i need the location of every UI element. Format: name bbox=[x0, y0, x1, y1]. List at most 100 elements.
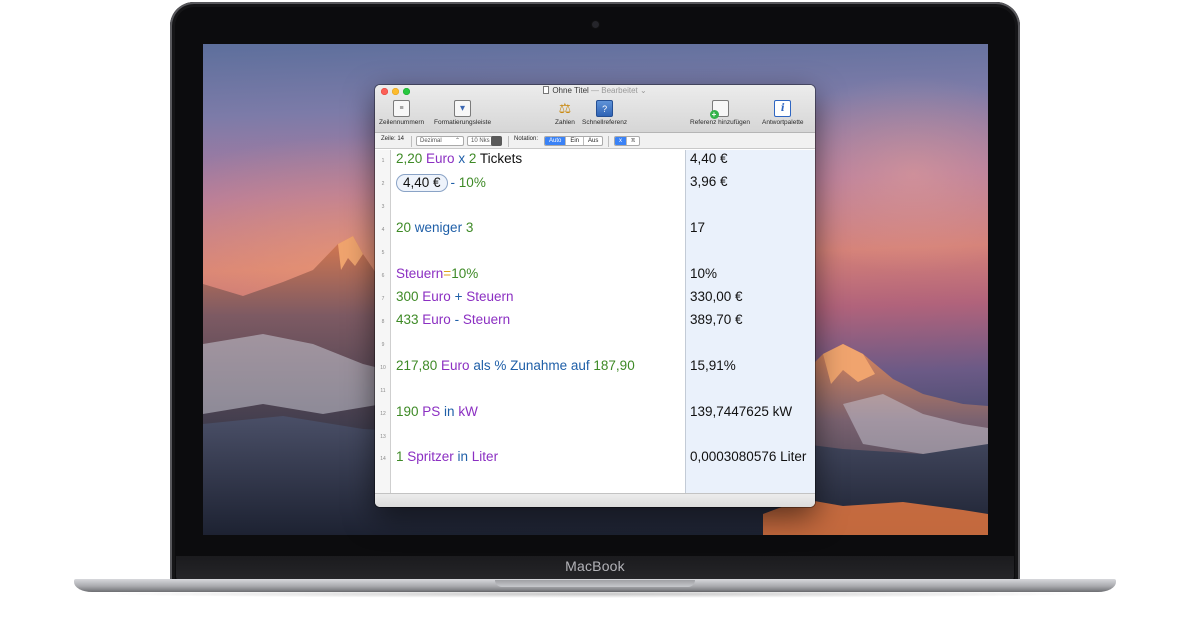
expression-token-unit: Euro bbox=[437, 358, 470, 373]
result-value[interactable]: 10% bbox=[690, 266, 717, 281]
toolbar-numbers-button[interactable]: ⚖ Zahlen bbox=[555, 100, 575, 126]
calc-line[interactable]: 12 190 PS in kW 139,7447625 kW bbox=[375, 403, 815, 425]
macbook-opening-notch bbox=[495, 580, 695, 587]
result-value[interactable]: 139,7447625 kW bbox=[690, 404, 792, 419]
expression-token-num: 20 bbox=[396, 220, 412, 235]
result-value[interactable]: 4,40 € bbox=[690, 151, 728, 166]
format-bar-icon: ▾ bbox=[454, 100, 472, 117]
calc-line[interactable]: 5 bbox=[375, 242, 815, 264]
calc-line[interactable]: 11 bbox=[375, 380, 815, 402]
places-stepper-button[interactable] bbox=[491, 136, 502, 146]
line-number: 6 bbox=[381, 273, 385, 279]
expression-token-op: in bbox=[440, 404, 459, 419]
insert-x-button[interactable]: x bbox=[615, 137, 627, 145]
result-value[interactable]: 389,70 € bbox=[690, 312, 743, 327]
toolbar-answer-palette-button[interactable]: i Antwortpalette bbox=[762, 100, 804, 126]
plus-icon: + bbox=[709, 110, 719, 119]
divider bbox=[508, 136, 509, 147]
calc-line[interactable]: 10 217,80 Euro als % Zunahme auf 187,90 15… bbox=[375, 357, 815, 379]
line-number: 8 bbox=[381, 319, 385, 325]
line-number: 3 bbox=[381, 204, 385, 210]
format-bar: Zeile: 14 Dezimal ⌃ 10 Nks Notation: Aut… bbox=[375, 133, 815, 149]
expression-token-num: 10% bbox=[458, 175, 486, 190]
decimal-places-field[interactable]: 10 Nks bbox=[467, 136, 494, 146]
calc-line[interactable]: 3 bbox=[375, 196, 815, 218]
expression-token-num: 1 bbox=[396, 449, 404, 464]
calc-line[interactable]: 2 4,40 € - 10% 3,96 € bbox=[375, 173, 815, 195]
line-number: 11 bbox=[380, 388, 386, 394]
calc-line[interactable]: 7 300 Euro + Steuern 330,00 € bbox=[375, 288, 815, 310]
expression[interactable]: 4,40 € - 10% bbox=[396, 174, 486, 192]
select-stepper-icon: ⌃ bbox=[454, 138, 460, 144]
expression-token-num: 187,90 bbox=[593, 358, 635, 373]
insert-pi-button[interactable]: π bbox=[627, 137, 639, 145]
expression-token-op: + bbox=[450, 289, 467, 304]
expression[interactable]: 217,80 Euro als % Zunahme auf 187,90 bbox=[396, 358, 635, 373]
line-reference-token[interactable]: 4,40 € bbox=[396, 174, 448, 192]
toolbar-label: Schnellreferenz bbox=[582, 119, 628, 126]
calc-line[interactable]: 13 bbox=[375, 426, 815, 448]
calculation-editor[interactable]: 1 2,20 Euro x 2 Tickets 4,40 €2 4,40 € - 10%… bbox=[375, 150, 815, 493]
number-format-select[interactable]: Dezimal ⌃ bbox=[416, 136, 464, 146]
result-value[interactable]: 15,91% bbox=[690, 358, 736, 373]
add-reference-icon: + bbox=[709, 100, 729, 119]
result-value[interactable]: 0,0003080576 Liter bbox=[690, 449, 806, 464]
line-number: 13 bbox=[380, 434, 386, 440]
expression[interactable]: 300 Euro + Steuern bbox=[396, 289, 514, 304]
notation-off[interactable]: Aus bbox=[584, 137, 602, 145]
expression-token-var: Steuern bbox=[396, 266, 444, 281]
expression[interactable]: 190 PS in kW bbox=[396, 404, 478, 419]
calc-line[interactable]: 4 20 weniger 3 17 bbox=[375, 219, 815, 241]
calc-line[interactable]: 14 1 Spritzer in Liter 0,0003080576 Liter bbox=[375, 448, 815, 470]
line-number: 10 bbox=[380, 365, 386, 371]
title-chevron-icon[interactable]: ⌄ bbox=[640, 86, 647, 95]
expression-token-op: - bbox=[450, 175, 459, 190]
calc-line[interactable]: 9 bbox=[375, 334, 815, 356]
toolbar-add-reference-button[interactable]: + Referenz hinzufügen bbox=[690, 100, 750, 126]
expression-token-num: 2,20 bbox=[396, 151, 423, 166]
scale-icon: ⚖ bbox=[558, 100, 572, 116]
expression-token-unit: PS bbox=[418, 404, 441, 419]
expression[interactable]: 2,20 Euro x 2 Tickets bbox=[396, 151, 522, 166]
macbook-logo-text: MacBook bbox=[565, 558, 625, 574]
expression-token-unit: Euro bbox=[422, 151, 455, 166]
expression[interactable]: 20 weniger 3 bbox=[396, 220, 473, 235]
macbook-shadow bbox=[90, 590, 1100, 598]
current-line-label: Zeile: 14 bbox=[381, 136, 405, 142]
notation-segmented-control: Auto Ein Aus bbox=[544, 136, 604, 146]
expression-token-op: als % Zunahme auf bbox=[469, 358, 594, 373]
expression[interactable]: Steuern=10% bbox=[396, 266, 478, 281]
line-number: 4 bbox=[381, 227, 385, 233]
expression-token-num: 300 bbox=[396, 289, 419, 304]
window-title[interactable]: Ohne Titel — Bearbeitet ⌄ bbox=[375, 86, 815, 95]
expression-token-unit: kW bbox=[458, 404, 478, 419]
expression-token-op: - bbox=[450, 312, 463, 327]
notation-auto[interactable]: Auto bbox=[545, 137, 567, 145]
line-number: 5 bbox=[381, 250, 385, 256]
info-icon: i bbox=[774, 100, 792, 117]
calc-line[interactable]: 8 433 Euro - Steuern 389,70 € bbox=[375, 311, 815, 333]
line-number: 2 bbox=[381, 181, 385, 187]
calc-line[interactable]: 1 2,20 Euro x 2 Tickets 4,40 € bbox=[375, 150, 815, 172]
result-value[interactable]: 3,96 € bbox=[690, 174, 728, 189]
status-bar bbox=[375, 493, 815, 507]
reference-book-icon: ? bbox=[596, 100, 614, 117]
notation-on[interactable]: Ein bbox=[566, 137, 585, 145]
expression-token-num: 217,80 bbox=[396, 358, 438, 373]
expression-token-unit: Spritzer bbox=[403, 449, 454, 464]
result-value[interactable]: 17 bbox=[690, 220, 705, 235]
toolbar-quick-reference-button[interactable]: ? Schnellreferenz bbox=[582, 100, 627, 126]
toolbar-line-numbers-button[interactable]: ≡ Zeilennummern bbox=[379, 100, 424, 126]
result-value[interactable]: 330,00 € bbox=[690, 289, 743, 304]
toolbar-label: Zeilennummern bbox=[379, 119, 425, 126]
expression-token-op: weniger bbox=[411, 220, 466, 235]
toolbar-label: Formatierungsleiste bbox=[434, 119, 492, 126]
line-number: 12 bbox=[380, 411, 386, 417]
expression[interactable]: 1 Spritzer in Liter bbox=[396, 449, 498, 464]
calc-line[interactable]: 6 Steuern=10% 10% bbox=[375, 265, 815, 287]
expression[interactable]: 433 Euro - Steuern bbox=[396, 312, 510, 327]
expression-token-txt: Tickets bbox=[476, 151, 523, 166]
toolbar-format-bar-button[interactable]: ▾ Formatierungsleiste bbox=[434, 100, 491, 126]
line-number: 1 bbox=[381, 158, 385, 164]
expression-token-unit: Euro bbox=[418, 312, 451, 327]
